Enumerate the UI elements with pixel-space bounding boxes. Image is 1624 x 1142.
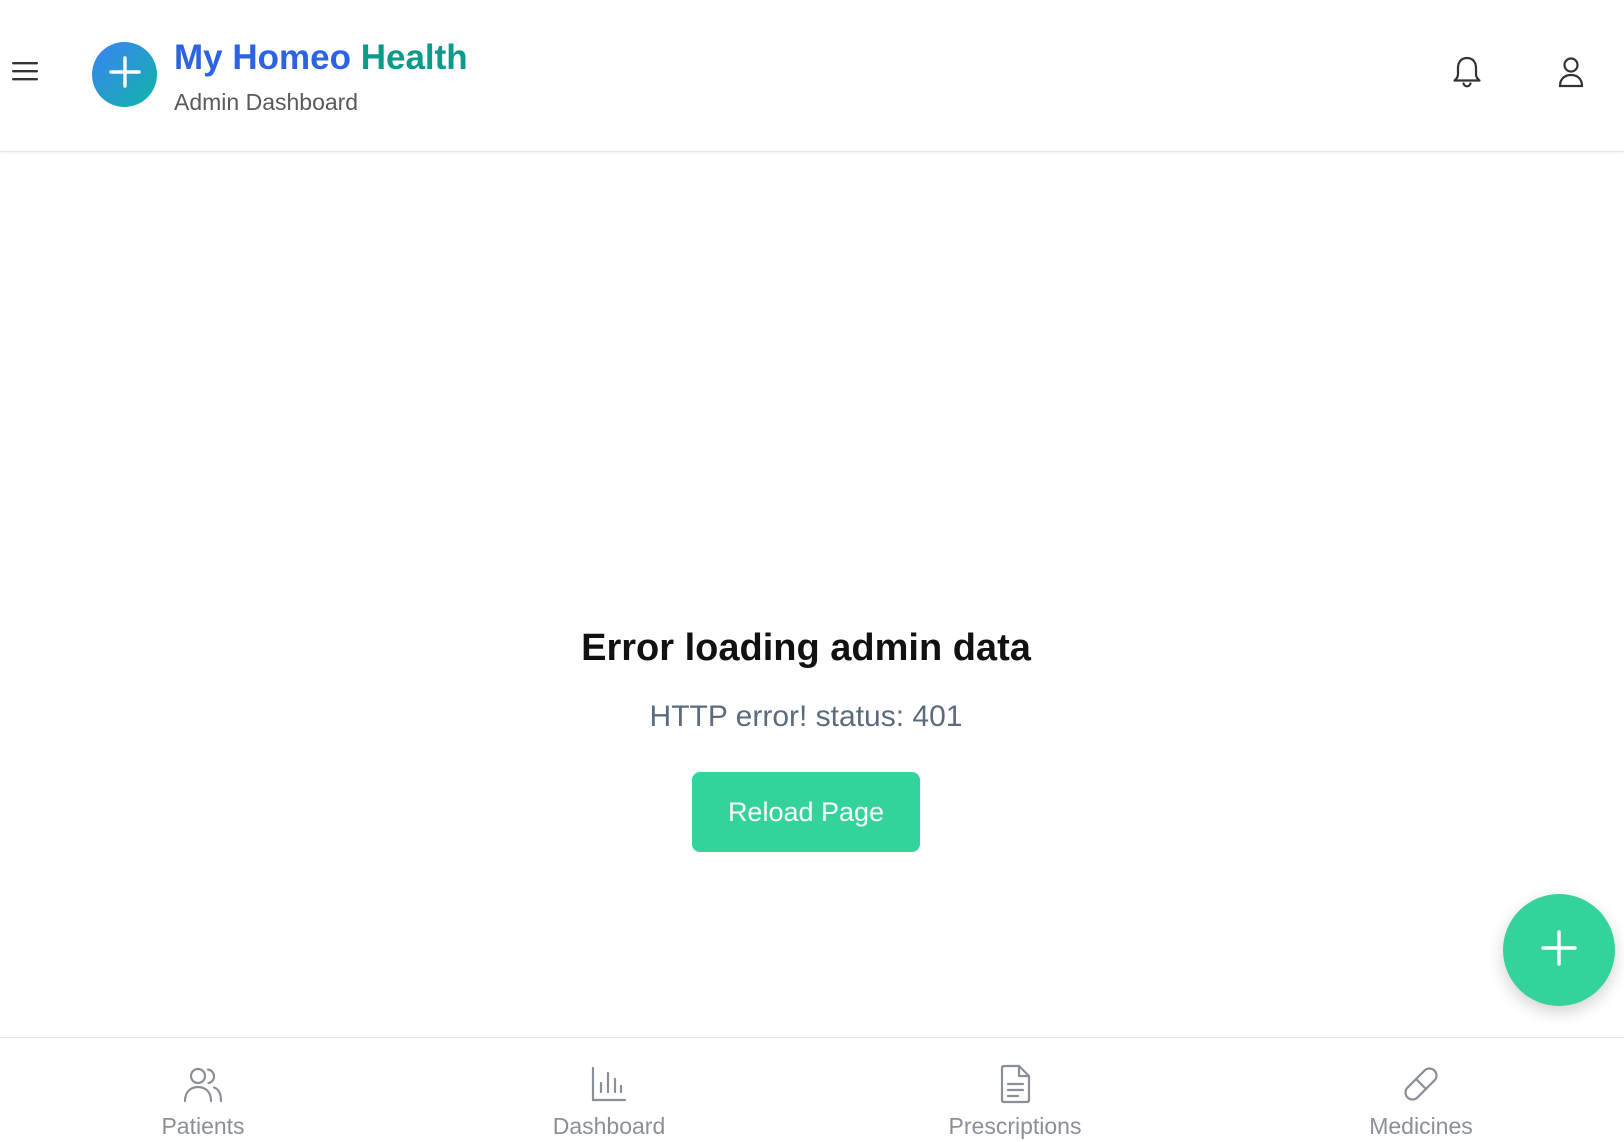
plus-icon <box>108 55 142 94</box>
nav-item-medicines[interactable]: Medicines <box>1218 1038 1624 1142</box>
document-icon <box>995 1064 1035 1104</box>
bell-icon <box>1451 55 1483 94</box>
nav-label-patients: Patients <box>161 1113 245 1139</box>
nav-item-prescriptions[interactable]: Prescriptions <box>812 1038 1218 1142</box>
nav-item-patients[interactable]: Patients <box>0 1038 406 1142</box>
notifications-button[interactable] <box>1445 52 1489 96</box>
profile-button[interactable] <box>1549 52 1593 96</box>
nav-item-dashboard[interactable]: Dashboard <box>406 1038 812 1142</box>
app-title-primary: My Homeo <box>174 38 351 77</box>
pill-icon <box>1401 1064 1441 1104</box>
nav-label-prescriptions: Prescriptions <box>948 1113 1082 1139</box>
bar-chart-icon <box>589 1064 629 1104</box>
bottom-navigation: Patients Dashboard Prescriptions Medicin… <box>0 1037 1624 1142</box>
add-fab-button[interactable] <box>1503 894 1615 1006</box>
plus-icon <box>1539 928 1579 973</box>
reload-page-button[interactable]: Reload Page <box>692 772 920 852</box>
app-logo <box>92 42 157 107</box>
top-app-bar: My Homeo Health Admin Dashboard <box>0 0 1624 152</box>
error-message: HTTP error! status: 401 <box>649 700 963 733</box>
app-title: My Homeo Health <box>174 36 468 80</box>
error-title: Error loading admin data <box>581 627 1031 669</box>
user-icon <box>1556 56 1586 93</box>
hamburger-menu-icon <box>11 59 39 88</box>
app-root: My Homeo Health Admin Dashboard Error lo… <box>0 0 1624 1142</box>
nav-label-medicines: Medicines <box>1369 1113 1473 1139</box>
menu-button[interactable] <box>8 56 42 90</box>
nav-label-dashboard: Dashboard <box>552 1113 666 1139</box>
users-icon <box>183 1064 223 1104</box>
app-title-secondary: Health <box>360 38 468 77</box>
page-subtitle: Admin Dashboard <box>174 89 359 115</box>
